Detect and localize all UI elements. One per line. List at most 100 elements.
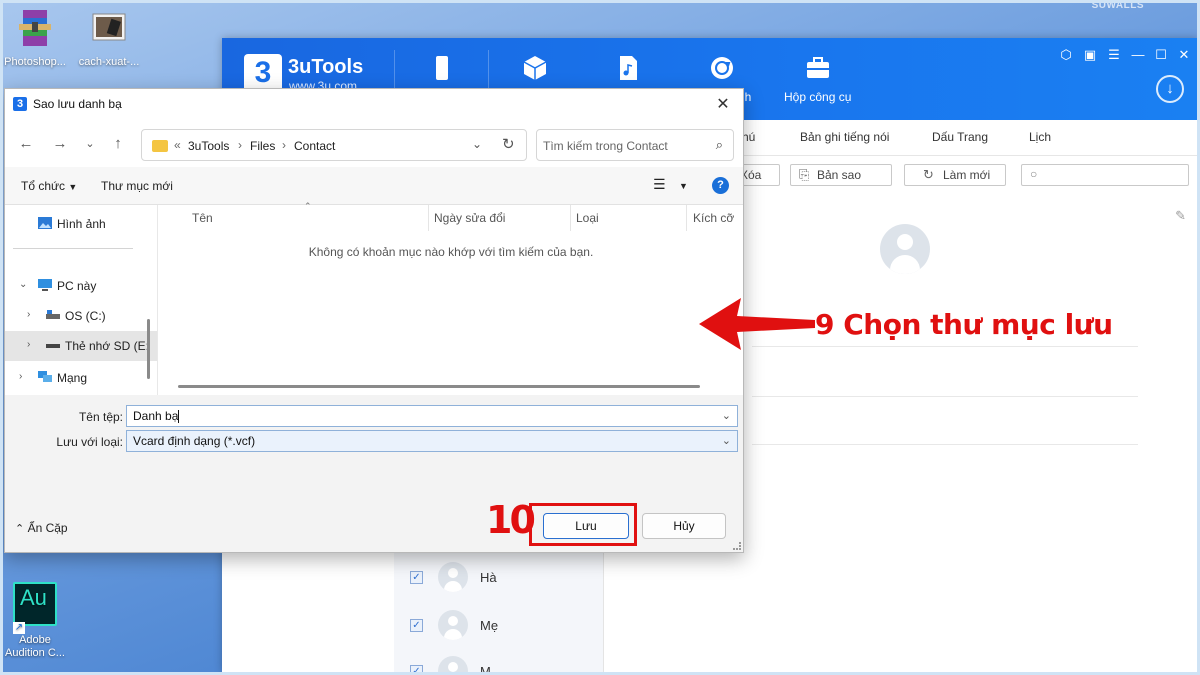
search-icon: ○ bbox=[1030, 167, 1038, 181]
dialog-navbar: ← → ⌄ ↑ « 3uTools › Files › Contact ⌄ ↻ … bbox=[5, 121, 743, 167]
list-item[interactable]: ✓ Mẹ bbox=[394, 604, 604, 650]
nav-item-pictures[interactable]: Hình ảnh bbox=[5, 209, 157, 239]
adobe-audition-icon: Au ↗ bbox=[13, 582, 57, 634]
chevron-down-icon[interactable]: ⌄ bbox=[722, 409, 731, 422]
breadcrumb-separator: › bbox=[238, 138, 242, 152]
minimize-icon[interactable]: — bbox=[1130, 47, 1146, 63]
contact-checkbox[interactable]: ✓ bbox=[410, 571, 423, 584]
tab-bookmarks[interactable]: Dấu Trang bbox=[932, 130, 988, 144]
cube-icon bbox=[523, 56, 547, 80]
column-header-size[interactable]: Kích cỡ bbox=[693, 205, 734, 231]
search-icon: ⌕ bbox=[715, 137, 723, 152]
column-header-date[interactable]: Ngày sửa đổi bbox=[434, 205, 505, 231]
contact-name: Hà bbox=[480, 570, 497, 585]
avatar bbox=[438, 656, 468, 675]
column-divider[interactable] bbox=[428, 205, 429, 231]
caret-down-icon[interactable]: ▼ bbox=[679, 181, 688, 191]
network-icon bbox=[38, 371, 52, 382]
new-folder-button[interactable]: Thư mục mới bbox=[101, 179, 173, 193]
scrollbar[interactable] bbox=[147, 319, 150, 379]
chevron-right-icon[interactable]: › bbox=[19, 371, 22, 382]
organize-menu[interactable]: Tổ chức ▼ bbox=[21, 179, 77, 193]
contact-checkbox[interactable]: ✓ bbox=[410, 665, 423, 675]
text-cursor bbox=[178, 410, 180, 424]
save-dialog: 3 Sao lưu danh bạ ✕ ← → ⌄ ↑ « 3uTools › … bbox=[4, 88, 744, 553]
desktop-icon-cach-xuat[interactable]: cach-xuat-... bbox=[74, 8, 144, 69]
chevron-down-icon[interactable]: ⌄ bbox=[472, 137, 482, 151]
list-item[interactable]: ✓ M... bbox=[394, 650, 604, 675]
refresh-button[interactable]: ↻ Làm mới bbox=[904, 164, 1006, 186]
3utools-logo-icon: 3 bbox=[13, 97, 27, 111]
caret-down-icon: ▼ bbox=[68, 182, 78, 192]
refresh-icon[interactable]: ↻ bbox=[502, 135, 515, 153]
sd-card-icon bbox=[46, 344, 60, 348]
command-bar: Tổ chức ▼ Thư mục mới ☰ ▼ ? bbox=[5, 167, 743, 205]
maximize-icon[interactable]: ☐ bbox=[1153, 47, 1169, 63]
download-icon[interactable]: ↓ bbox=[1156, 75, 1184, 103]
resize-grip[interactable] bbox=[733, 542, 741, 550]
close-button[interactable]: ✕ bbox=[713, 95, 733, 115]
step-10-label: 10 bbox=[486, 498, 536, 542]
desktop-icon-label: cach-xuat-... bbox=[78, 56, 140, 68]
nav-item-sd-card[interactable]: › Thẻ nhớ SD (E: bbox=[5, 331, 157, 361]
3utools-logo: 3 bbox=[244, 54, 282, 92]
tree-label: Hình ảnh bbox=[57, 217, 106, 231]
save-form: Tên tệp: Danh bạ ⌄ Lưu với loại: Vcard đ… bbox=[5, 395, 743, 493]
feedback-icon[interactable]: ▣ bbox=[1082, 47, 1098, 63]
chevron-right-icon[interactable]: › bbox=[27, 339, 30, 350]
dialog-titlebar: 3 Sao lưu danh bạ ✕ bbox=[5, 89, 743, 121]
menu-icon[interactable]: ☰ bbox=[1106, 47, 1122, 63]
tree-label: PC này bbox=[57, 279, 97, 293]
skin-icon[interactable]: ⬡ bbox=[1058, 47, 1074, 63]
column-header-name[interactable]: Tên bbox=[192, 205, 213, 231]
app-search-input[interactable]: ○ bbox=[1021, 164, 1189, 186]
up-arrow-icon[interactable]: ↑ bbox=[109, 135, 127, 153]
tab-voice-memos[interactable]: Bản ghi tiếng nói bbox=[800, 130, 889, 144]
desktop-icon-label: Adobe Audition C... bbox=[5, 634, 65, 659]
column-header-type[interactable]: Loại bbox=[576, 205, 599, 231]
help-icon[interactable]: ? bbox=[712, 177, 729, 194]
tab-contacts[interactable]: hú bbox=[742, 130, 755, 144]
filename-field[interactable]: Danh bạ ⌄ bbox=[126, 405, 738, 427]
breadcrumb-files[interactable]: Files bbox=[250, 139, 275, 153]
tree-label: Mạng bbox=[57, 371, 88, 385]
desktop-icon-photoshop[interactable]: Photoshop... bbox=[0, 8, 70, 69]
chevron-down-icon[interactable]: ⌄ bbox=[19, 279, 27, 290]
search-input[interactable]: Tìm kiếm trong Contact ⌕ bbox=[536, 129, 734, 161]
refresh-icon: ↻ bbox=[923, 167, 934, 182]
breadcrumb-3utools[interactable]: 3uTools bbox=[188, 139, 229, 153]
chevron-right-icon[interactable]: › bbox=[27, 309, 30, 320]
close-icon[interactable]: ✕ bbox=[1176, 47, 1192, 63]
column-divider[interactable] bbox=[686, 205, 687, 231]
scrollbar[interactable] bbox=[178, 385, 700, 388]
copy-icon: ⎘ bbox=[799, 167, 810, 182]
cancel-button[interactable]: Hủy bbox=[642, 513, 726, 539]
avatar bbox=[438, 562, 468, 592]
chevron-down-icon[interactable]: ⌄ bbox=[81, 135, 99, 153]
chevron-down-icon[interactable]: ⌄ bbox=[722, 434, 731, 447]
pc-icon bbox=[38, 279, 52, 291]
column-divider[interactable] bbox=[570, 205, 571, 231]
edit-icon[interactable]: ✎ bbox=[1175, 208, 1186, 224]
copy-button[interactable]: ⎘ Bản sao bbox=[790, 164, 892, 186]
nav-label-toolbox: Hộp công cụ bbox=[784, 90, 852, 104]
desktop-icon-adobe-audition[interactable]: Au ↗ Adobe Audition C... bbox=[0, 582, 70, 660]
back-arrow-icon[interactable]: ← bbox=[17, 135, 35, 153]
breadcrumb-contact[interactable]: Contact bbox=[294, 139, 335, 153]
nav-item-network[interactable]: › Mạng bbox=[5, 363, 157, 393]
forward-arrow-icon[interactable]: → bbox=[51, 135, 69, 153]
navigation-pane: Hình ảnh ⌄ PC này › OS (C:) › Thẻ nhớ SD… bbox=[5, 205, 157, 395]
list-item[interactable]: ✓ Hà bbox=[394, 556, 604, 602]
tab-calendar[interactable]: Lịch bbox=[1029, 130, 1051, 144]
breadcrumb-overflow[interactable]: « bbox=[174, 138, 181, 152]
divider bbox=[752, 444, 1138, 445]
view-options-icon[interactable]: ☰ bbox=[653, 176, 666, 193]
sync-icon bbox=[711, 57, 733, 79]
nav-item-this-pc[interactable]: ⌄ PC này bbox=[5, 271, 157, 301]
file-list: ⌃ Tên Ngày sửa đổi Loại Kích cỡ Không có… bbox=[157, 201, 743, 395]
contact-checkbox[interactable]: ✓ bbox=[410, 619, 423, 632]
filetype-select[interactable]: Vcard định dạng (*.vcf) ⌄ bbox=[126, 430, 738, 452]
nav-item-os-c[interactable]: › OS (C:) bbox=[5, 301, 157, 331]
hide-folders-button[interactable]: ⌃ Ẩn Cặp bbox=[15, 521, 68, 535]
address-bar[interactable]: « 3uTools › Files › Contact ⌄ ↻ bbox=[141, 129, 527, 161]
